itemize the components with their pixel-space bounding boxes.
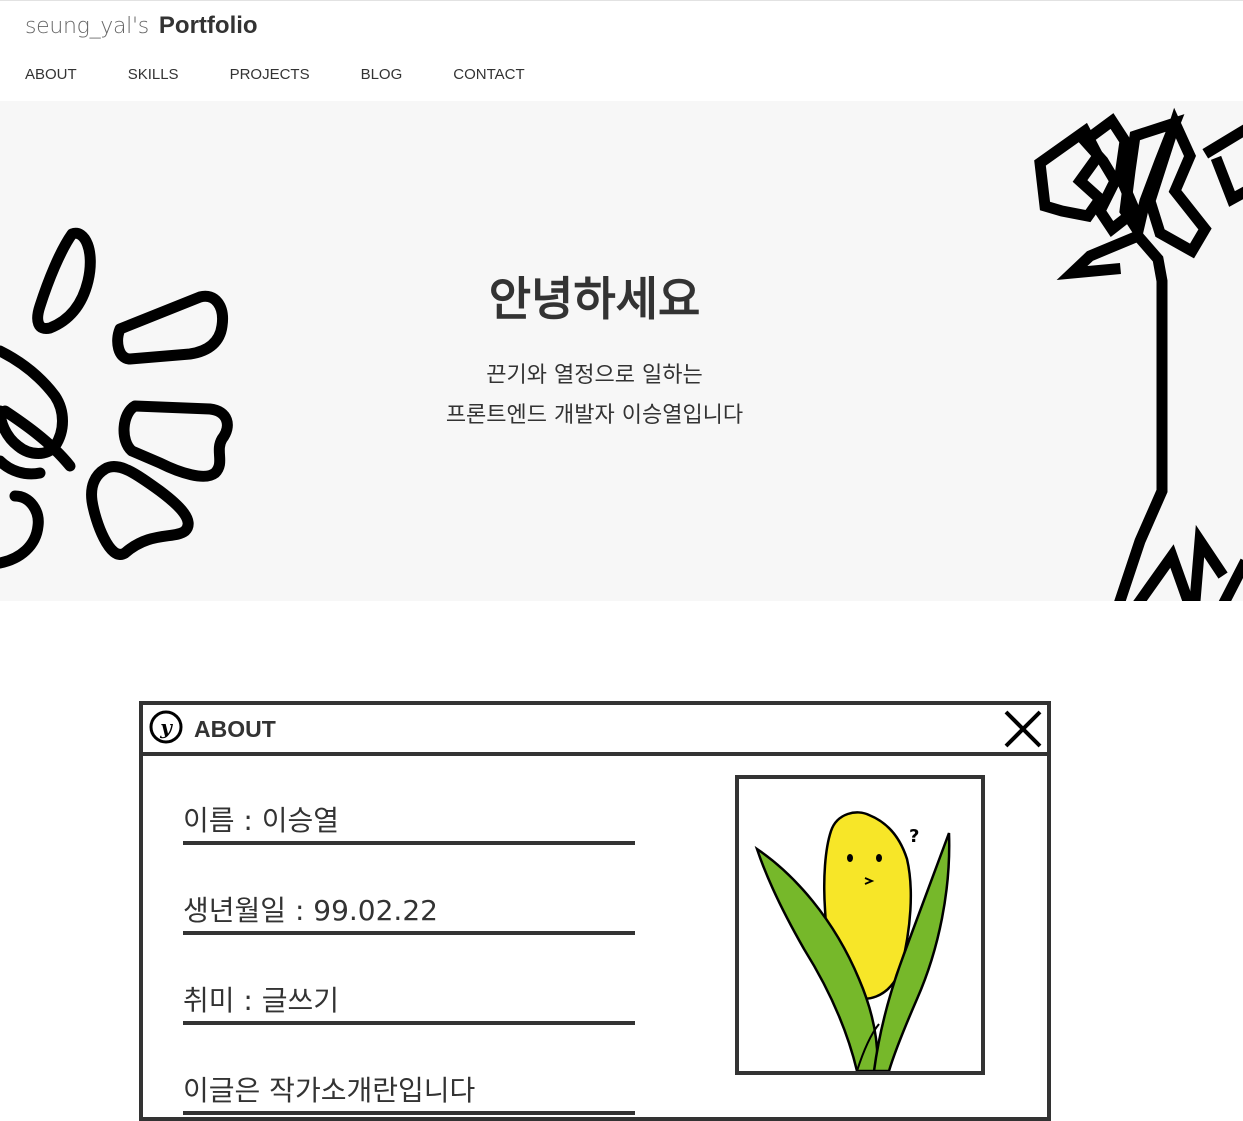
hero-subtitle: 끈기와 열정으로 일하는 프론트엔드 개발자 이승열입니다	[0, 356, 1189, 436]
svg-text:?: ?	[909, 826, 919, 847]
nav-projects[interactable]: PROJECTS	[230, 64, 310, 86]
hero-subtitle-line-2: 프론트엔드 개발자 이승열입니다	[445, 403, 744, 428]
about-title-bar: y ABOUT	[143, 705, 1047, 756]
main-nav: ABOUT SKILLS PROJECTS BLOG CONTACT	[25, 64, 576, 86]
y-logo-icon: y	[149, 710, 183, 744]
logo-portfolio: Portfolio	[158, 12, 258, 39]
site-logo[interactable]: seung_yal's Portfolio	[25, 11, 258, 42]
info-row-birthday: 생년월일 : 99.02.22	[183, 891, 635, 935]
logo-name: seung_yal's	[25, 14, 149, 39]
about-window-title: ABOUT	[194, 716, 276, 742]
nav-skills[interactable]: SKILLS	[128, 64, 179, 86]
flower-decoration	[0, 227, 233, 569]
info-row-name: 이름 : 이승열	[183, 801, 635, 845]
hero-section: 안녕하세요 끈기와 열정으로 일하는 프론트엔드 개발자 이승열입니다	[0, 101, 1243, 601]
nav-blog[interactable]: BLOG	[361, 64, 403, 86]
nav-about[interactable]: ABOUT	[25, 64, 77, 86]
corn-character-illustration: ?	[754, 811, 951, 1071]
hero-title: 안녕하세요	[488, 272, 701, 326]
info-row-intro: 이글은 작가소개란입니다	[183, 1071, 635, 1115]
profile-photo: ?	[735, 775, 985, 1075]
close-icon[interactable]	[1003, 709, 1043, 749]
hero-subtitle-line-1: 끈기와 열정으로 일하는	[486, 363, 703, 388]
nav-contact[interactable]: CONTACT	[453, 64, 524, 86]
info-row-hobby: 취미 : 글쓰기	[183, 981, 635, 1025]
about-window: y ABOUT 이름 : 이승열 생년월일 : 99.02.22 취미 : 글쓰…	[139, 701, 1051, 1121]
top-border	[0, 0, 1243, 1]
y-logo-letter: y	[159, 715, 173, 739]
